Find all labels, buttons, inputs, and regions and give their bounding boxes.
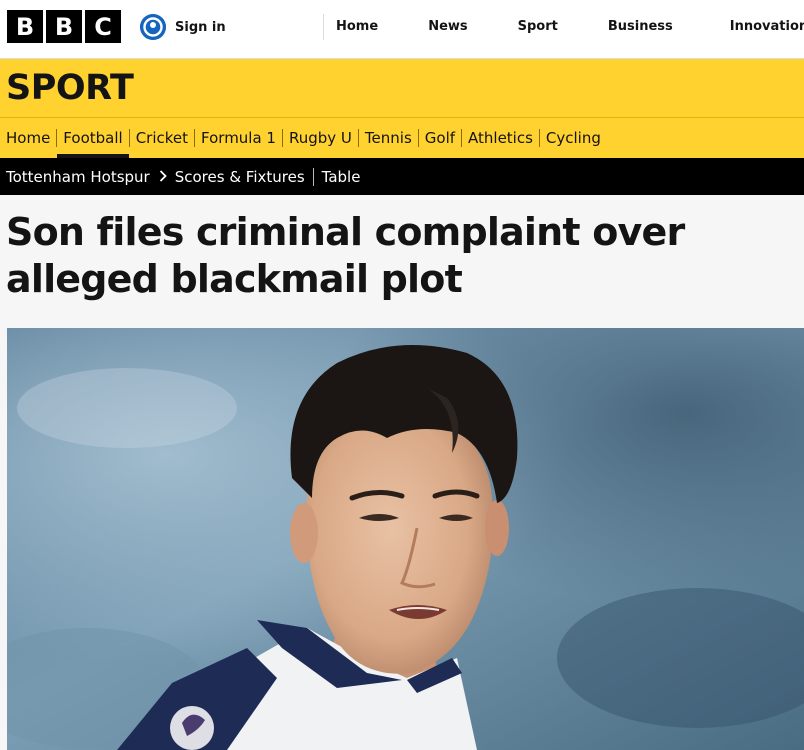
sport-nav-label: Athletics — [468, 129, 533, 147]
sport-nav-home[interactable]: Home — [0, 118, 56, 158]
top-nav-business[interactable]: Business — [608, 19, 673, 34]
article-hero-image — [7, 328, 804, 750]
sign-in-label: Sign in — [175, 19, 226, 35]
sport-nav-formula-1[interactable]: Formula 1 — [195, 118, 282, 158]
sign-in-button[interactable]: Sign in — [140, 14, 226, 40]
sport-nav-golf[interactable]: Golf — [419, 118, 461, 158]
subnav-table[interactable]: Table — [322, 168, 361, 186]
sport-nav-label: Golf — [424, 129, 456, 147]
top-nav-home[interactable]: Home — [336, 19, 378, 34]
bbc-top-nav: Home News Sport Business Innovation — [336, 19, 804, 34]
bbc-logo-letter-c: C — [85, 10, 121, 43]
team-subnav: Tottenham Hotspur Scores & Fixtures Tabl… — [0, 158, 804, 195]
sport-nav-cycling[interactable]: Cycling — [540, 118, 607, 158]
sport-nav-label: Formula 1 — [201, 129, 276, 147]
sport-nav-label: Tennis — [364, 129, 412, 147]
sport-nav-athletics[interactable]: Athletics — [462, 118, 539, 158]
sport-nav-label: Cycling — [545, 129, 601, 147]
sport-nav-cricket[interactable]: Cricket — [130, 118, 194, 158]
subnav-scores-fixtures[interactable]: Scores & Fixtures — [175, 168, 305, 186]
sport-nav-label: Football — [63, 129, 123, 147]
sport-nav-label: Home — [6, 129, 51, 147]
header-divider — [323, 14, 324, 40]
player-photo — [7, 328, 804, 750]
sport-nav-rugby-union[interactable]: Rugby U — [283, 118, 358, 158]
sport-title[interactable]: SPORT — [6, 68, 134, 108]
subnav-team-link[interactable]: Tottenham Hotspur — [6, 168, 150, 186]
sport-nav-label: Rugby U — [288, 129, 352, 147]
bbc-header: B B C Sign in Home News Sport Business I… — [0, 0, 804, 59]
bbc-logo-letter-b2: B — [46, 10, 82, 43]
top-nav-news[interactable]: News — [428, 19, 467, 34]
sport-nav: Home Football Cricket Formula 1 Rugby U … — [0, 118, 607, 158]
account-icon — [140, 14, 166, 40]
top-nav-sport[interactable]: Sport — [518, 19, 558, 34]
subnav-separator — [312, 167, 314, 186]
bbc-logo[interactable]: B B C — [7, 10, 121, 43]
article-headline: Son files criminal complaint over allege… — [6, 210, 685, 301]
top-nav-innovation[interactable]: Innovation — [730, 19, 804, 34]
sport-nav-football[interactable]: Football — [57, 118, 130, 158]
sport-nav-tennis[interactable]: Tennis — [359, 118, 418, 158]
chevron-right-icon — [159, 168, 167, 186]
sport-nav-label: Cricket — [135, 129, 189, 147]
bbc-logo-letter-b1: B — [7, 10, 43, 43]
